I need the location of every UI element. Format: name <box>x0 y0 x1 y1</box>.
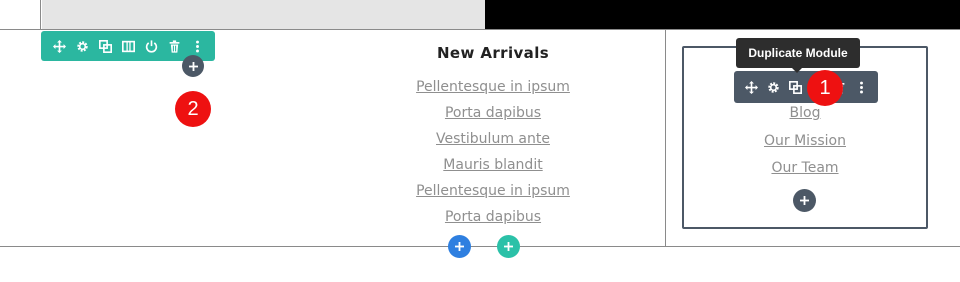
top-left-cell <box>0 0 41 29</box>
module-settings-toolbar <box>734 71 878 103</box>
list-item: Blog <box>705 99 905 127</box>
list-item: Vestibulum ante <box>388 126 598 152</box>
power-icon[interactable] <box>144 39 159 54</box>
list-item: Pellentesque in ipsum <box>388 74 598 100</box>
link-vestibulum[interactable]: Vestibulum ante <box>436 131 550 147</box>
duplicate-icon[interactable] <box>98 39 113 54</box>
list-item: Porta dapibus <box>388 100 598 126</box>
link-mauris[interactable]: Mauris blandit <box>443 157 542 173</box>
trash-icon[interactable] <box>167 39 182 54</box>
link-pellentesque-1[interactable]: Pellentesque in ipsum <box>416 79 570 95</box>
step-badge-2: 2 <box>175 91 211 127</box>
row-top-border <box>0 29 960 30</box>
list-item: Mauris blandit <box>388 152 598 178</box>
link-blog[interactable]: Blog <box>790 105 821 121</box>
move-icon[interactable] <box>745 80 758 95</box>
more-icon[interactable] <box>190 39 205 54</box>
link-pellentesque-2[interactable]: Pellentesque in ipsum <box>416 183 570 199</box>
row-bottom-border <box>0 246 960 247</box>
list-item: Our Mission <box>705 127 905 155</box>
columns-icon[interactable] <box>121 39 136 54</box>
middle-link-list: Pellentesque in ipsum Porta dapibus Vest… <box>388 74 598 230</box>
list-item: Our Team <box>705 154 905 182</box>
top-gray-section <box>42 0 485 29</box>
add-module-button-right[interactable] <box>793 189 816 212</box>
move-icon[interactable] <box>52 39 67 54</box>
column-title: New Arrivals <box>436 44 550 62</box>
page-builder-canvas: 2 New Arrivals Pellentesque in ipsum Por… <box>0 0 960 282</box>
right-link-list: Blog Our Mission Our Team <box>705 99 905 182</box>
link-our-team[interactable]: Our Team <box>771 160 838 176</box>
column-divider <box>665 29 666 246</box>
add-row-button[interactable] <box>497 235 520 258</box>
link-porta-1[interactable]: Porta dapibus <box>445 105 541 121</box>
link-porta-2[interactable]: Porta dapibus <box>445 209 541 225</box>
tooltip-arrow <box>791 67 803 73</box>
top-black-section <box>485 0 960 29</box>
link-our-mission[interactable]: Our Mission <box>764 133 846 149</box>
list-item: Pellentesque in ipsum <box>388 178 598 204</box>
step-badge-1: 1 <box>807 70 843 106</box>
add-section-button[interactable] <box>448 235 471 258</box>
gear-icon[interactable] <box>767 80 780 95</box>
gear-icon[interactable] <box>75 39 90 54</box>
duplicate-icon[interactable] <box>789 80 802 95</box>
add-module-button[interactable] <box>182 55 204 77</box>
duplicate-module-tooltip: Duplicate Module <box>736 38 860 68</box>
more-icon[interactable] <box>855 80 868 95</box>
list-item: Porta dapibus <box>388 204 598 230</box>
